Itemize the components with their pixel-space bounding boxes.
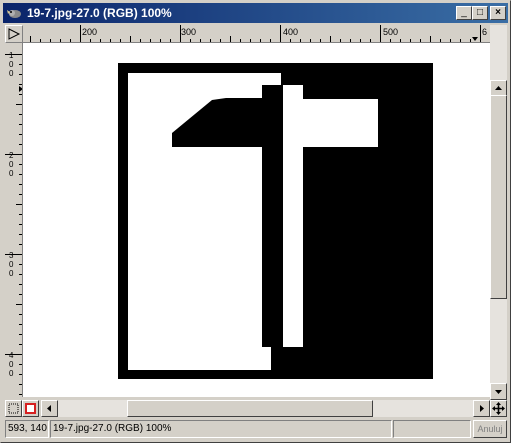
svg-text:0: 0 — [9, 69, 14, 78]
close-icon: × — [495, 7, 501, 18]
vertical-ruler[interactable]: 1 0 0 2 0 0 3 0 0 4 0 0 — [5, 43, 23, 397]
svg-text:0: 0 — [9, 360, 14, 369]
svg-text:0: 0 — [9, 169, 14, 178]
scroll-left-button[interactable] — [41, 400, 58, 417]
svg-text:2: 2 — [9, 151, 14, 160]
hruler-label-600: 6 — [482, 27, 487, 37]
horizontal-ruler[interactable]: 200 300 400 500 6 — [23, 25, 490, 43]
quickmask-icon — [25, 403, 36, 414]
progress-field — [393, 420, 471, 438]
ruler-corner-menu-button[interactable] — [5, 25, 23, 43]
cancel-button[interactable]: Anuluj — [473, 420, 507, 438]
image-canvas[interactable] — [23, 43, 490, 397]
title-bar[interactable]: 19-7.jpg-27.0 (RGB) 100% _ □ × — [3, 3, 508, 23]
triangle-arrow-icon — [8, 28, 21, 40]
pointer-marker-icon — [472, 37, 478, 41]
status-image-info: 19-7.jpg-27.0 (RGB) 100% — [50, 420, 392, 438]
svg-text:0: 0 — [9, 160, 14, 169]
svg-text:4: 4 — [9, 351, 14, 360]
scroll-right-button[interactable] — [473, 400, 490, 417]
pointer-coordinates: 593, 140 — [5, 420, 49, 438]
horizontal-ruler-ticks — [30, 25, 481, 42]
vruler-label-100: 1 0 0 — [9, 51, 14, 78]
close-button[interactable]: × — [490, 6, 506, 20]
image-window: 19-7.jpg-27.0 (RGB) 100% _ □ × 200 300 4… — [0, 0, 511, 443]
maximize-icon: □ — [476, 7, 484, 18]
arrow-left-icon — [47, 405, 51, 412]
vruler-label-400: 4 0 0 — [9, 351, 14, 378]
dotted-square-icon — [8, 403, 19, 414]
window-title: 19-7.jpg-27.0 (RGB) 100% — [27, 6, 172, 20]
minimize-icon: _ — [461, 7, 467, 18]
hammer-image — [118, 63, 433, 379]
quickmask-toggle-button[interactable] — [22, 400, 39, 417]
status-bar: 593, 140 19-7.jpg-27.0 (RGB) 100% Anuluj — [3, 419, 508, 439]
horizontal-scroll-thumb[interactable] — [127, 400, 373, 417]
svg-text:1: 1 — [9, 51, 14, 60]
svg-text:0: 0 — [9, 269, 14, 278]
gimp-app-icon[interactable] — [6, 6, 22, 20]
svg-text:0: 0 — [9, 260, 14, 269]
hruler-label-400: 400 — [283, 27, 298, 37]
hruler-label-200: 200 — [82, 27, 97, 37]
vertical-scroll-thumb[interactable] — [490, 95, 507, 299]
vruler-label-200: 2 0 0 — [9, 151, 14, 178]
navigate-crosshair-icon — [492, 402, 505, 415]
arrow-up-icon — [495, 86, 502, 90]
hruler-label-300: 300 — [181, 27, 196, 37]
svg-text:0: 0 — [9, 60, 14, 69]
arrow-down-icon — [495, 390, 502, 394]
vruler-label-300: 3 0 0 — [9, 251, 14, 278]
svg-text:3: 3 — [9, 251, 14, 260]
navigate-button[interactable] — [490, 400, 507, 417]
quickmask-off-button[interactable] — [5, 400, 22, 417]
maximize-button[interactable]: □ — [472, 6, 488, 20]
minimize-button[interactable]: _ — [456, 6, 472, 20]
scroll-down-button[interactable] — [490, 383, 507, 400]
arrow-right-icon — [480, 405, 484, 412]
hruler-label-500: 500 — [383, 27, 398, 37]
svg-text:0: 0 — [9, 369, 14, 378]
vertical-ruler-ticks — [5, 54, 22, 395]
